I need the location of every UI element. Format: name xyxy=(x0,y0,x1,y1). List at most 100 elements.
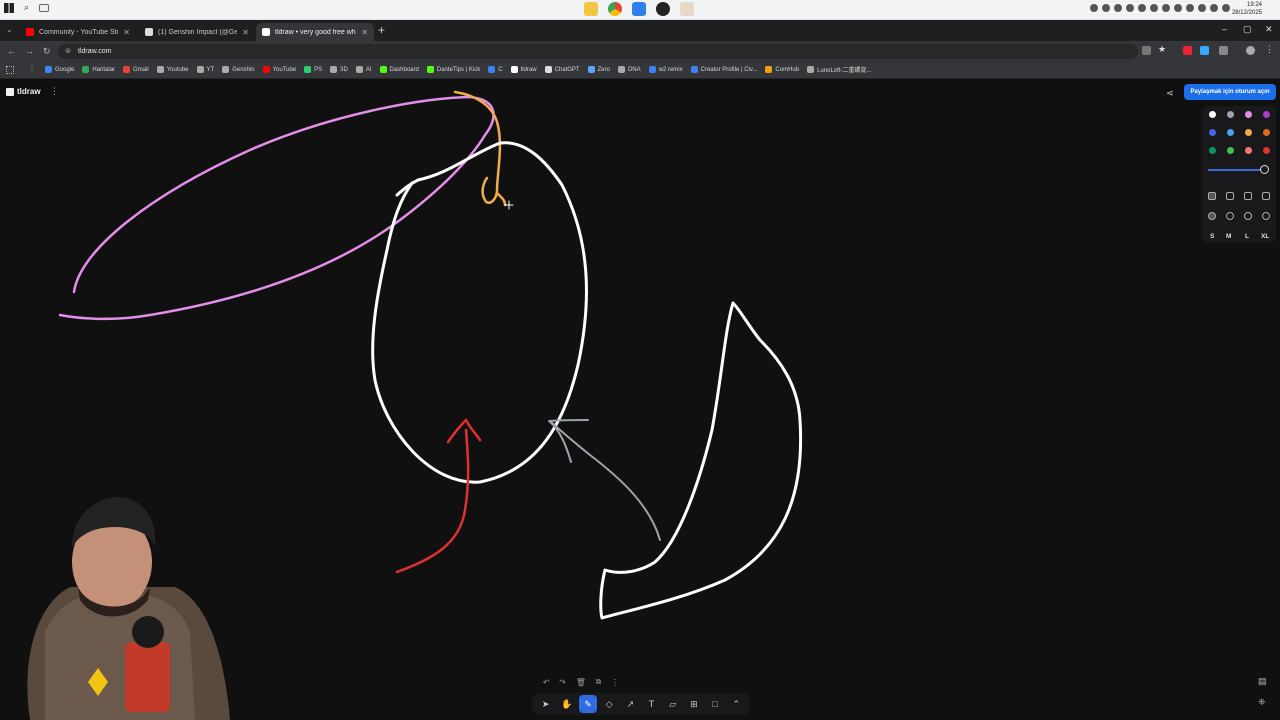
color-swatch[interactable] xyxy=(1209,111,1216,118)
cast-icon[interactable] xyxy=(1142,46,1151,55)
note-icon[interactable]: ▱ xyxy=(664,695,682,713)
task-view-icon[interactable] xyxy=(39,3,50,12)
opacity-slider-handle[interactable] xyxy=(1260,165,1269,174)
color-swatch[interactable] xyxy=(1263,111,1270,118)
obs-icon[interactable] xyxy=(656,2,670,16)
rectangle-icon[interactable]: □ xyxy=(706,695,724,713)
red-arrow-stroke[interactable] xyxy=(395,418,482,574)
bookmark-item[interactable]: C xyxy=(488,66,503,73)
color-swatch[interactable] xyxy=(1227,147,1234,154)
dash-solid-icon[interactable] xyxy=(1262,212,1270,220)
tab-genshin-x[interactable]: (1) Genshin Impact (@Genshin ✕ xyxy=(139,23,255,41)
close-window-icon[interactable]: ✕ xyxy=(1265,24,1273,35)
redo-icon[interactable]: ↷ xyxy=(559,678,566,687)
eraser-icon[interactable]: ◇ xyxy=(600,695,618,713)
color-swatch[interactable] xyxy=(1245,129,1252,136)
bookmark-item[interactable]: Gmail xyxy=(123,66,149,73)
system-tray[interactable] xyxy=(1090,4,1230,12)
bookmark-item[interactable]: Creator Profile | Civ... xyxy=(690,66,757,73)
dash-dotted-icon[interactable] xyxy=(1244,212,1252,220)
opacity-slider[interactable] xyxy=(1208,169,1266,171)
bookmark-item[interactable]: Google xyxy=(45,66,74,73)
fill-solid-icon[interactable] xyxy=(1244,192,1252,200)
tab-search-icon[interactable]: ⌄ xyxy=(6,25,13,34)
size-s-button[interactable]: S xyxy=(1210,233,1214,240)
bookmark-item[interactable]: ChatGPT xyxy=(544,66,580,73)
hand-icon[interactable]: ✋ xyxy=(558,695,576,713)
windows-start-icon[interactable] xyxy=(4,2,14,13)
image-icon[interactable]: ⊞ xyxy=(685,695,703,713)
bookmark-item[interactable]: Genshin xyxy=(222,66,255,73)
delete-icon[interactable]: 🗑 xyxy=(576,678,586,687)
minimap-icon[interactable]: ▤ xyxy=(1258,676,1267,687)
tab-tldraw[interactable]: tldraw • very good free whitebo ✕ xyxy=(256,23,374,41)
pointer-icon[interactable]: ➤ xyxy=(537,695,555,713)
forward-icon[interactable]: → xyxy=(25,46,34,56)
size-m-button[interactable]: M xyxy=(1226,233,1231,240)
bookmark-item[interactable]: 3D xyxy=(330,66,348,73)
search-icon[interactable]: ⌕ xyxy=(24,2,29,13)
bookmark-item[interactable]: w2 remix xyxy=(648,66,683,73)
fill-none-icon[interactable] xyxy=(1208,192,1216,200)
app-icon[interactable] xyxy=(632,2,646,16)
text-icon[interactable]: T xyxy=(643,695,661,713)
bookmark-item[interactable]: YouTube xyxy=(262,66,296,73)
menu-kebab-icon[interactable]: ⋮ xyxy=(1265,44,1274,54)
bookmark-item[interactable]: DanteTips | Kick xyxy=(426,66,480,73)
back-icon[interactable]: ← xyxy=(7,46,16,56)
tab-youtube-studio[interactable]: Community - YouTube Studio ✕ xyxy=(20,23,136,41)
extension-icon[interactable] xyxy=(1200,46,1209,55)
fill-semi-icon[interactable] xyxy=(1226,192,1234,200)
bookmark-item[interactable]: Dashboard xyxy=(379,66,419,73)
size-l-button[interactable]: L xyxy=(1245,233,1249,240)
site-info-icon[interactable]: ⊜ xyxy=(65,44,71,59)
paint-icon[interactable] xyxy=(680,2,694,16)
close-tab-icon[interactable]: ✕ xyxy=(242,28,249,37)
minimize-icon[interactable]: – xyxy=(1222,24,1227,34)
bookmark-item[interactable]: YT xyxy=(196,66,214,73)
dash-dashed-icon[interactable] xyxy=(1226,212,1234,220)
color-swatch[interactable] xyxy=(1209,147,1216,154)
bookmark-item[interactable]: Youtube xyxy=(156,66,189,73)
profile-icon[interactable] xyxy=(1246,46,1255,55)
bookmark-item[interactable]: AI xyxy=(355,66,372,73)
close-tab-icon[interactable]: ✕ xyxy=(361,28,368,37)
share-icon[interactable]: ⋖ xyxy=(1166,88,1174,99)
new-tab-icon[interactable]: + xyxy=(378,23,385,37)
address-bar[interactable]: ⊜ tldraw.com xyxy=(58,44,1138,59)
color-swatch[interactable] xyxy=(1263,129,1270,136)
white-big-stroke[interactable] xyxy=(371,141,588,484)
orange-stroke[interactable] xyxy=(453,90,507,207)
more-actions-icon[interactable]: ⋮ xyxy=(611,678,619,687)
color-swatch[interactable] xyxy=(1245,111,1252,118)
arrow-icon[interactable]: ↗ xyxy=(621,695,639,713)
size-xl-button[interactable]: XL xyxy=(1261,233,1269,240)
fill-pattern-icon[interactable] xyxy=(1262,192,1270,200)
extension-icon[interactable] xyxy=(1183,46,1192,55)
tldraw-logo[interactable]: tldraw xyxy=(6,87,41,96)
undo-icon[interactable]: ↶ xyxy=(543,678,550,687)
grey-arrow-stroke[interactable] xyxy=(548,419,661,541)
help-icon[interactable]: ⁜ xyxy=(1258,697,1266,708)
pencil-icon[interactable]: ✎ xyxy=(578,695,597,713)
bookmark-item[interactable]: ComHub xyxy=(765,66,799,73)
color-swatch[interactable] xyxy=(1227,111,1234,118)
explorer-icon[interactable] xyxy=(584,2,598,16)
duplicate-icon[interactable]: ⧉ xyxy=(596,677,602,687)
close-tab-icon[interactable]: ✕ xyxy=(123,28,130,37)
maximize-icon[interactable]: ▢ xyxy=(1243,24,1252,35)
pink-stroke[interactable] xyxy=(58,95,495,321)
bookmark-item[interactable]: LunoLoft-二重螺旋... xyxy=(807,65,871,74)
clock[interactable]: 19:24 28/12/2025 xyxy=(1232,1,1262,17)
chrome-icon[interactable] xyxy=(608,2,622,16)
color-swatch[interactable] xyxy=(1263,147,1270,154)
apps-grid-icon[interactable] xyxy=(6,66,14,74)
signin-button[interactable]: Paylaşmak için oturum açın xyxy=(1184,84,1276,100)
bookmark-item[interactable]: Haritalar xyxy=(82,66,115,73)
dash-draw-icon[interactable] xyxy=(1208,212,1216,220)
color-swatch[interactable] xyxy=(1227,129,1234,136)
main-menu-icon[interactable]: ⋮ xyxy=(50,86,59,97)
chevron-up-icon[interactable]: ⌃ xyxy=(727,695,745,713)
white-crescent-stroke[interactable] xyxy=(599,301,803,620)
bookmark-item[interactable]: PS xyxy=(304,66,322,73)
